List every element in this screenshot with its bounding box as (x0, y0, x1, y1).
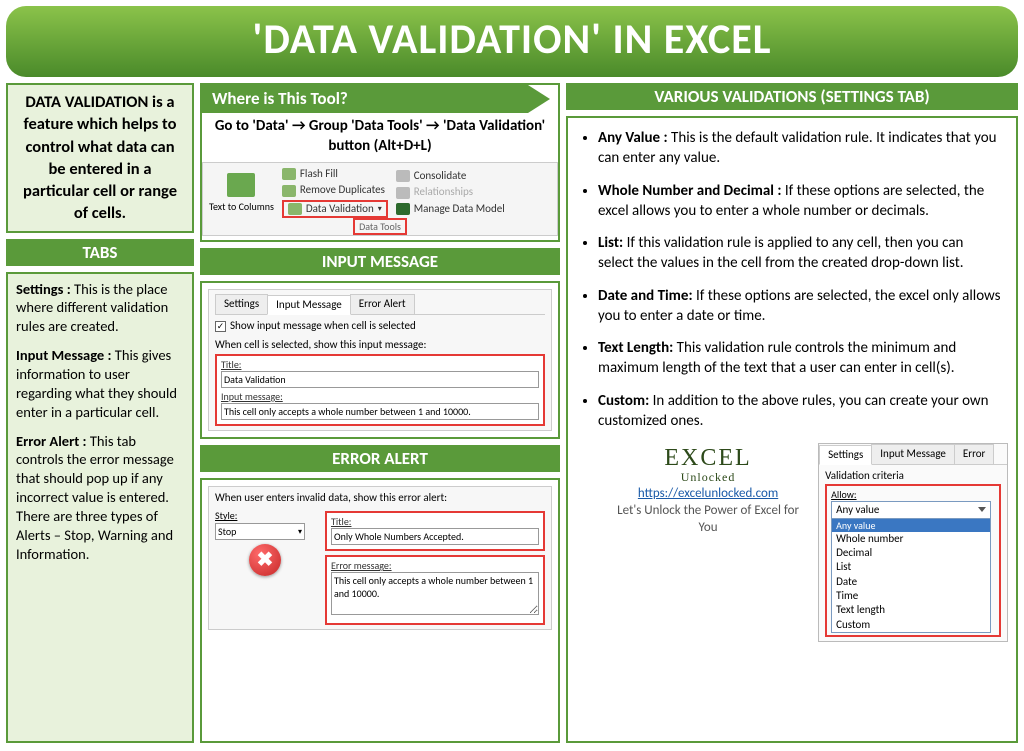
list-item: Whole Number and Decimal : If these opti… (598, 181, 1002, 222)
error-alert-heading: ERROR ALERT (200, 445, 560, 472)
dlg-tab-input-message[interactable]: Input Message (267, 295, 351, 315)
tabs-error-label: Error Alert : (16, 432, 90, 450)
validations-box: Any Value : This is the default validati… (566, 116, 1018, 743)
consolidate-icon (396, 170, 410, 182)
input-message-heading: INPUT MESSAGE (200, 248, 560, 275)
input-message-label: Input message: (221, 390, 539, 403)
list-item: Date and Time: If these options are sele… (598, 286, 1002, 327)
settings-panel: Settings Input Message Error Validation … (818, 443, 1008, 642)
allow-option[interactable]: Time (832, 589, 990, 603)
main-layout: DATA VALIDATION is a feature which helps… (6, 83, 1018, 743)
list-item: Custom: In addition to the above rules, … (598, 391, 1002, 432)
allow-option[interactable]: Date (832, 575, 990, 589)
error-when-label: When user enters invalid data, show this… (215, 491, 545, 505)
allow-highlight: Allow: Any value Any value Whole number … (825, 484, 1001, 637)
tabs-input-label: Input Message : (16, 346, 115, 364)
error-message-field[interactable] (331, 572, 539, 615)
input-message-box: Settings Input Message Error Alert ✓ Sho… (200, 281, 560, 439)
relationships-icon (396, 187, 410, 199)
remove-duplicates-icon (282, 185, 296, 197)
tabs-box: Settings : This is the place where diffe… (6, 272, 194, 743)
flash-fill-icon (282, 168, 296, 180)
chevron-down-icon (978, 507, 986, 512)
sp-tab-settings[interactable]: Settings (819, 445, 872, 465)
allow-label: Allow: (831, 488, 995, 501)
allow-select[interactable]: Any value (831, 501, 991, 519)
error-style-label: Style: (215, 509, 237, 522)
ribbon-relationships: Relationships (396, 185, 505, 199)
allow-option[interactable]: Whole number (832, 532, 990, 546)
ribbon-text-to-columns[interactable]: Text to Columns (209, 202, 274, 212)
brand-block: EXCEL Unlocked https://excelunlocked.com… (616, 443, 800, 536)
brand-tagline: Let's Unlock the Power of Excel for You (616, 503, 800, 537)
manage-data-model-icon (396, 203, 410, 215)
allow-option[interactable]: Text length (832, 603, 990, 617)
ribbon-manage-model[interactable]: Manage Data Model (396, 202, 505, 216)
checkbox-icon[interactable]: ✓ (215, 321, 226, 332)
show-input-label: Show input message when cell is selected (230, 319, 416, 333)
input-message-field[interactable] (221, 403, 539, 420)
input-message-dialog: Settings Input Message Error Alert ✓ Sho… (208, 289, 552, 431)
list-item: List: If this validation rule is applied… (598, 233, 1002, 274)
brand-link[interactable]: https://excelunlocked.com (638, 486, 778, 501)
where-instruction: Go to 'Data' → Group 'Data Tools' → 'Dat… (202, 117, 558, 156)
where-box: Where is This Tool? Go to 'Data' → Group… (200, 83, 560, 242)
ribbon-data-validation[interactable]: Data Validation▾ (282, 200, 388, 218)
stop-error-icon: ✖ (249, 544, 281, 576)
data-validation-icon (288, 203, 302, 215)
tabs-settings-label: Settings : (16, 280, 74, 298)
allow-option[interactable]: Any value (832, 519, 990, 532)
list-item: Any Value : This is the default validati… (598, 128, 1002, 169)
error-alert-dialog: When user enters invalid data, show this… (208, 486, 552, 631)
tabs-error-text: This tab controls the error message that… (16, 432, 174, 563)
sp-tab-input[interactable]: Input Message (871, 444, 955, 464)
dlg-tab-error-alert[interactable]: Error Alert (350, 294, 415, 314)
error-title-label: Title: (331, 515, 539, 528)
allow-option[interactable]: Custom (832, 618, 990, 632)
error-message-label: Error message: (331, 559, 539, 572)
allow-option[interactable]: Decimal (832, 546, 990, 560)
input-fields-highlight: Title: Input message: (215, 354, 545, 426)
tabs-heading: TABS (6, 239, 194, 266)
allow-option[interactable]: List (832, 560, 990, 574)
ribbon-mock: Text to Columns Flash Fill Remove Duplic… (202, 162, 558, 236)
list-item: Text Length: This validation rule contro… (598, 338, 1002, 379)
allow-options-list[interactable]: Any value Whole number Decimal List Date… (831, 518, 991, 633)
error-alert-box: When user enters invalid data, show this… (200, 478, 560, 743)
intro-box: DATA VALIDATION is a feature which helps… (6, 83, 194, 233)
show-input-checkbox-row[interactable]: ✓ Show input message when cell is select… (215, 319, 545, 333)
where-heading: Where is This Tool? (202, 85, 528, 113)
page-title: 'DATA VALIDATION' IN EXCEL (6, 6, 1018, 77)
ribbon-group-label: Data Tools (353, 218, 407, 235)
validation-criteria-label: Validation criteria (825, 469, 1001, 483)
ribbon-consolidate[interactable]: Consolidate (396, 169, 505, 183)
error-title-field[interactable] (331, 528, 539, 545)
ribbon-remove-duplicates[interactable]: Remove Duplicates (282, 183, 388, 197)
validations-list: Any Value : This is the default validati… (576, 124, 1008, 431)
input-title-label: Title: (221, 358, 539, 371)
when-selected-label: When cell is selected, show this input m… (215, 338, 545, 352)
ribbon-flash-fill[interactable]: Flash Fill (282, 167, 388, 181)
dlg-tab-settings[interactable]: Settings (215, 294, 268, 314)
brand-logo: EXCEL Unlocked (616, 443, 800, 486)
text-to-columns-icon (227, 173, 255, 197)
error-style-select[interactable]: Stop▾ (215, 523, 305, 540)
validations-heading: VARIOUS VALIDATIONS (SETTINGS TAB) (566, 83, 1018, 110)
sp-tab-error[interactable]: Error (954, 444, 995, 464)
input-title-field[interactable] (221, 371, 539, 388)
